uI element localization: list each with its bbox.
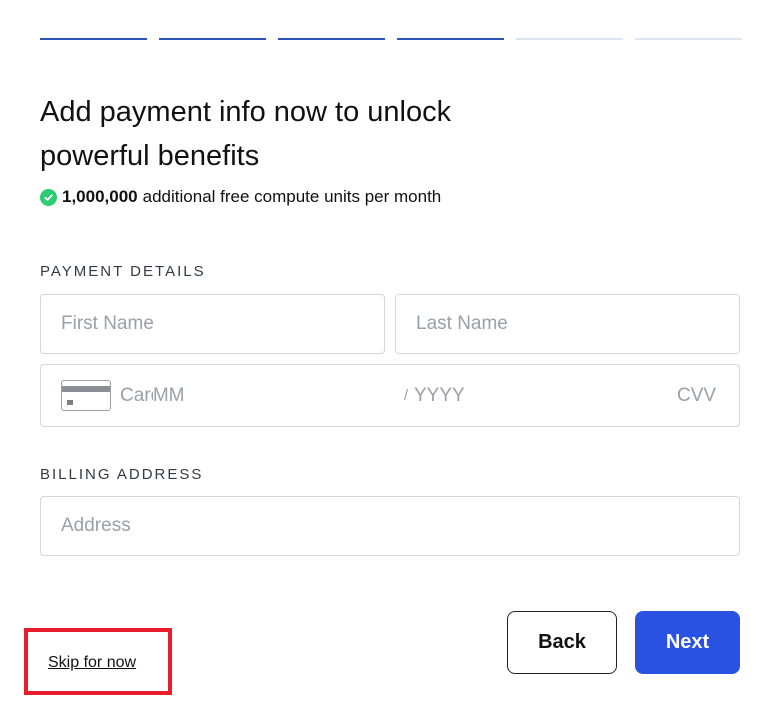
benefit-amount: 1,000,000 xyxy=(62,187,138,206)
progress-step-4 xyxy=(397,38,504,40)
expiry-year-input[interactable] xyxy=(414,384,659,407)
cvv-input[interactable] xyxy=(677,384,719,407)
page-title-line-2: powerful benefits xyxy=(40,140,260,172)
last-name-input[interactable] xyxy=(416,313,719,335)
progress-step-5 xyxy=(516,38,623,40)
card-input-row[interactable]: / xyxy=(40,364,740,427)
expiry-separator: / xyxy=(403,387,408,404)
first-name-input[interactable] xyxy=(61,313,364,335)
back-button[interactable]: Back xyxy=(507,611,617,674)
payment-details-label: PAYMENT DETAILS xyxy=(40,263,206,280)
page-title-line-1: Add payment info now to unlock xyxy=(40,96,452,128)
address-field[interactable] xyxy=(40,496,740,556)
progress-step-1 xyxy=(40,38,147,40)
page-title: Add payment info now to unlock powerful … xyxy=(40,90,540,178)
first-name-field[interactable] xyxy=(40,294,385,354)
billing-address-label: BILLING ADDRESS xyxy=(40,466,204,483)
step-progress-bar xyxy=(40,38,742,40)
progress-step-2 xyxy=(159,38,266,40)
last-name-field[interactable] xyxy=(395,294,740,354)
progress-step-6 xyxy=(635,38,742,40)
benefit-text: additional free compute units per month xyxy=(142,187,442,206)
card-number-input[interactable] xyxy=(120,384,153,407)
payment-info-page: Add payment info now to unlock powerful … xyxy=(0,0,776,708)
next-button[interactable]: Next xyxy=(635,611,740,674)
progress-step-3 xyxy=(278,38,385,40)
skip-for-now-link[interactable]: Skip for now xyxy=(48,654,136,672)
address-input[interactable] xyxy=(61,515,719,537)
expiry-group: / xyxy=(152,384,659,407)
credit-card-icon xyxy=(61,380,111,411)
expiry-month-input[interactable] xyxy=(152,384,398,407)
benefit-row: 1,000,000 additional free compute units … xyxy=(40,187,441,207)
check-circle-icon xyxy=(40,188,57,206)
